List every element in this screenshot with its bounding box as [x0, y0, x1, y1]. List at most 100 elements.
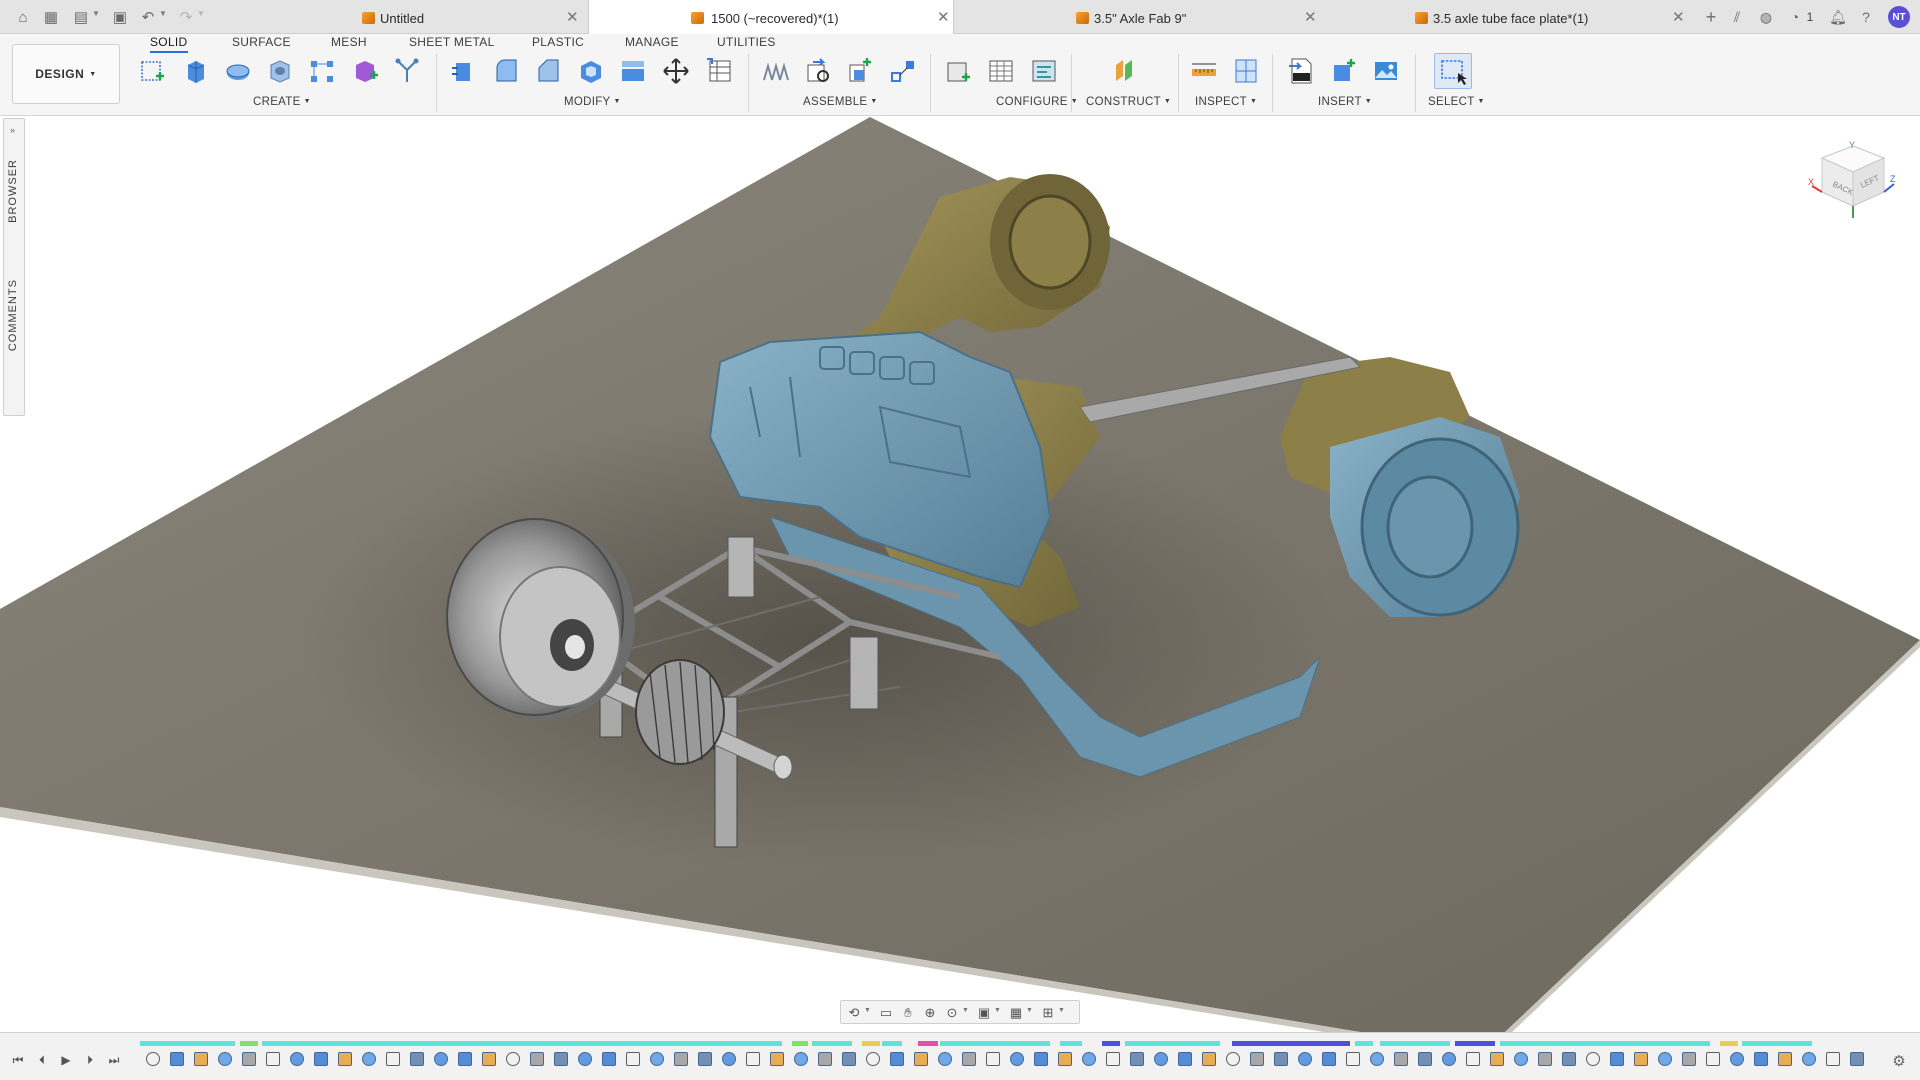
- timeline-feature-icon[interactable]: [1178, 1052, 1192, 1066]
- undo-caret-icon[interactable]: ▼: [159, 9, 167, 18]
- help-icon[interactable]: ?: [1857, 8, 1875, 26]
- timeline-feature-icon[interactable]: [458, 1052, 472, 1066]
- timeline-feature-icon[interactable]: [1130, 1052, 1144, 1066]
- close-tab-icon[interactable]: ✕: [566, 8, 579, 26]
- online-status-icon[interactable]: ◍: [1757, 8, 1775, 26]
- window-select-icon[interactable]: [1434, 53, 1472, 89]
- timeline-feature-icon[interactable]: [1418, 1052, 1432, 1066]
- browser-comments-panel[interactable]: » BROWSER COMMENTS: [3, 118, 25, 416]
- offset-plane-icon[interactable]: [1108, 54, 1140, 88]
- browser-tab[interactable]: BROWSER: [7, 159, 19, 223]
- press-pull-icon[interactable]: [447, 54, 479, 88]
- canvas-viewport[interactable]: » BROWSER COMMENTS BACK LEFT X Y Z ⟲ ▼ ▭…: [0, 117, 1920, 1032]
- timeline-feature-icon[interactable]: [986, 1052, 1000, 1066]
- viewports-caret-icon[interactable]: ▼: [1058, 1007, 1065, 1014]
- timeline-feature-icon[interactable]: [1778, 1052, 1792, 1066]
- timeline-feature-icon[interactable]: [170, 1052, 184, 1066]
- timeline-feature-icon[interactable]: [386, 1052, 400, 1066]
- timeline-feature-icon[interactable]: [1538, 1052, 1552, 1066]
- new-component-icon[interactable]: [759, 54, 791, 88]
- timeline-feature-icon[interactable]: [1730, 1052, 1744, 1066]
- zoom-icon[interactable]: ⊕: [921, 1004, 939, 1022]
- step-back-icon[interactable]: ⏴︎: [34, 1052, 50, 1068]
- tab-manage[interactable]: MANAGE: [625, 35, 679, 53]
- revolve-icon[interactable]: [222, 54, 254, 88]
- timeline-feature-icon[interactable]: [194, 1052, 208, 1066]
- timeline-feature-icon[interactable]: [1298, 1052, 1312, 1066]
- timeline-feature-icon[interactable]: [1442, 1052, 1456, 1066]
- timeline-feature-icon[interactable]: [1682, 1052, 1696, 1066]
- tab-surface[interactable]: SURFACE: [232, 35, 291, 53]
- combine-icon[interactable]: [617, 54, 649, 88]
- group-configure[interactable]: CONFIGURE ▼: [996, 96, 1078, 108]
- timeline-feature-icon[interactable]: [914, 1052, 928, 1066]
- display-caret-icon[interactable]: ▼: [994, 1007, 1001, 1014]
- shell-icon[interactable]: [575, 54, 607, 88]
- orbit-caret-icon[interactable]: ▼: [864, 1007, 871, 1014]
- document-tab-axle-fab[interactable]: 3.5" Axle Fab 9" ✕: [954, 0, 1322, 34]
- timeline-feature-icon[interactable]: [1394, 1052, 1408, 1066]
- document-tab-face-plate[interactable]: 3.5 axle tube face plate*(1) ✕: [1322, 0, 1690, 34]
- timeline-feature-icon[interactable]: [554, 1052, 568, 1066]
- apps-grid-icon[interactable]: ▦: [41, 7, 61, 27]
- document-tab-untitled[interactable]: Untitled ✕: [350, 0, 588, 34]
- redo-caret-icon[interactable]: ▼: [197, 9, 205, 18]
- timeline-settings-gear-icon[interactable]: ⚙︎: [1890, 1052, 1908, 1070]
- grid-snaps-icon[interactable]: ▦: [1007, 1004, 1025, 1022]
- timeline-feature-icon[interactable]: [1370, 1052, 1384, 1066]
- timeline-feature-icon[interactable]: [794, 1052, 808, 1066]
- display-settings-icon[interactable]: ▣: [975, 1004, 993, 1022]
- file-menu-caret-icon[interactable]: ▼: [92, 9, 100, 18]
- configure-table-icon[interactable]: [943, 54, 975, 88]
- timeline-feature-icon[interactable]: [1634, 1052, 1648, 1066]
- timeline-feature-icon[interactable]: [1058, 1052, 1072, 1066]
- tab-utilities[interactable]: UTILITIES: [717, 35, 776, 53]
- close-tab-icon[interactable]: ✕: [937, 8, 950, 26]
- timeline-feature-icon[interactable]: [1250, 1052, 1264, 1066]
- timeline-feature-icon[interactable]: [722, 1052, 736, 1066]
- create-form-icon[interactable]: [349, 54, 381, 88]
- timeline-feature-icon[interactable]: [1754, 1052, 1768, 1066]
- timeline-feature-icon[interactable]: [626, 1052, 640, 1066]
- timeline-feature-icon[interactable]: [1826, 1052, 1840, 1066]
- create-derive-icon[interactable]: [391, 54, 423, 88]
- comments-tab[interactable]: COMMENTS: [7, 279, 19, 351]
- home-icon[interactable]: ⌂: [13, 7, 33, 27]
- timeline-feature-icon[interactable]: [1562, 1052, 1576, 1066]
- timeline-feature-icon[interactable]: [1082, 1052, 1096, 1066]
- timeline-feature-icon[interactable]: [218, 1052, 232, 1066]
- timeline-feature-icon[interactable]: [1466, 1052, 1480, 1066]
- document-tab-active[interactable]: 1500 (~recovered)*(1) ✕: [588, 0, 954, 34]
- new-tab-icon[interactable]: +: [1702, 7, 1720, 27]
- timeline-feature-icon[interactable]: [434, 1052, 448, 1066]
- tab-sheet-metal[interactable]: SHEET METAL: [409, 35, 495, 53]
- rigid-group-icon[interactable]: [887, 54, 919, 88]
- section-analysis-icon[interactable]: [1230, 54, 1262, 88]
- as-built-joint-icon[interactable]: [844, 54, 876, 88]
- timeline-feature-icon[interactable]: [1346, 1052, 1360, 1066]
- group-select[interactable]: SELECT ▼: [1428, 96, 1485, 108]
- group-assemble[interactable]: ASSEMBLE ▼: [803, 96, 878, 108]
- timeline-feature-icon[interactable]: [1706, 1052, 1720, 1066]
- change-parameters-icon[interactable]: [703, 54, 735, 88]
- joint-icon[interactable]: [802, 54, 834, 88]
- timeline-feature-icon[interactable]: [1274, 1052, 1288, 1066]
- timeline-feature-icon[interactable]: [1322, 1052, 1336, 1066]
- hole-icon[interactable]: [264, 54, 296, 88]
- timeline-feature-icon[interactable]: [1586, 1052, 1600, 1066]
- timeline-feature-icon[interactable]: [1610, 1052, 1624, 1066]
- timeline-feature-icon[interactable]: [1010, 1052, 1024, 1066]
- rectangular-pattern-icon[interactable]: [306, 54, 338, 88]
- go-to-start-icon[interactable]: ⏮︎: [10, 1052, 26, 1068]
- viewports-icon[interactable]: ⊞: [1039, 1004, 1057, 1022]
- job-status-icon[interactable]: ◔: [1786, 8, 1804, 26]
- timeline-feature-icon[interactable]: [578, 1052, 592, 1066]
- workspace-switcher-button[interactable]: DESIGN ▼: [12, 44, 120, 104]
- tab-plastic[interactable]: PLASTIC: [532, 35, 584, 53]
- timeline-feature-icon[interactable]: [266, 1052, 280, 1066]
- step-forward-icon[interactable]: ⏵︎: [82, 1052, 98, 1068]
- extrude-icon[interactable]: [179, 54, 211, 88]
- timeline-feature-icon[interactable]: [482, 1052, 496, 1066]
- timeline-track[interactable]: [140, 1041, 1870, 1077]
- grid-caret-icon[interactable]: ▼: [1026, 1007, 1033, 1014]
